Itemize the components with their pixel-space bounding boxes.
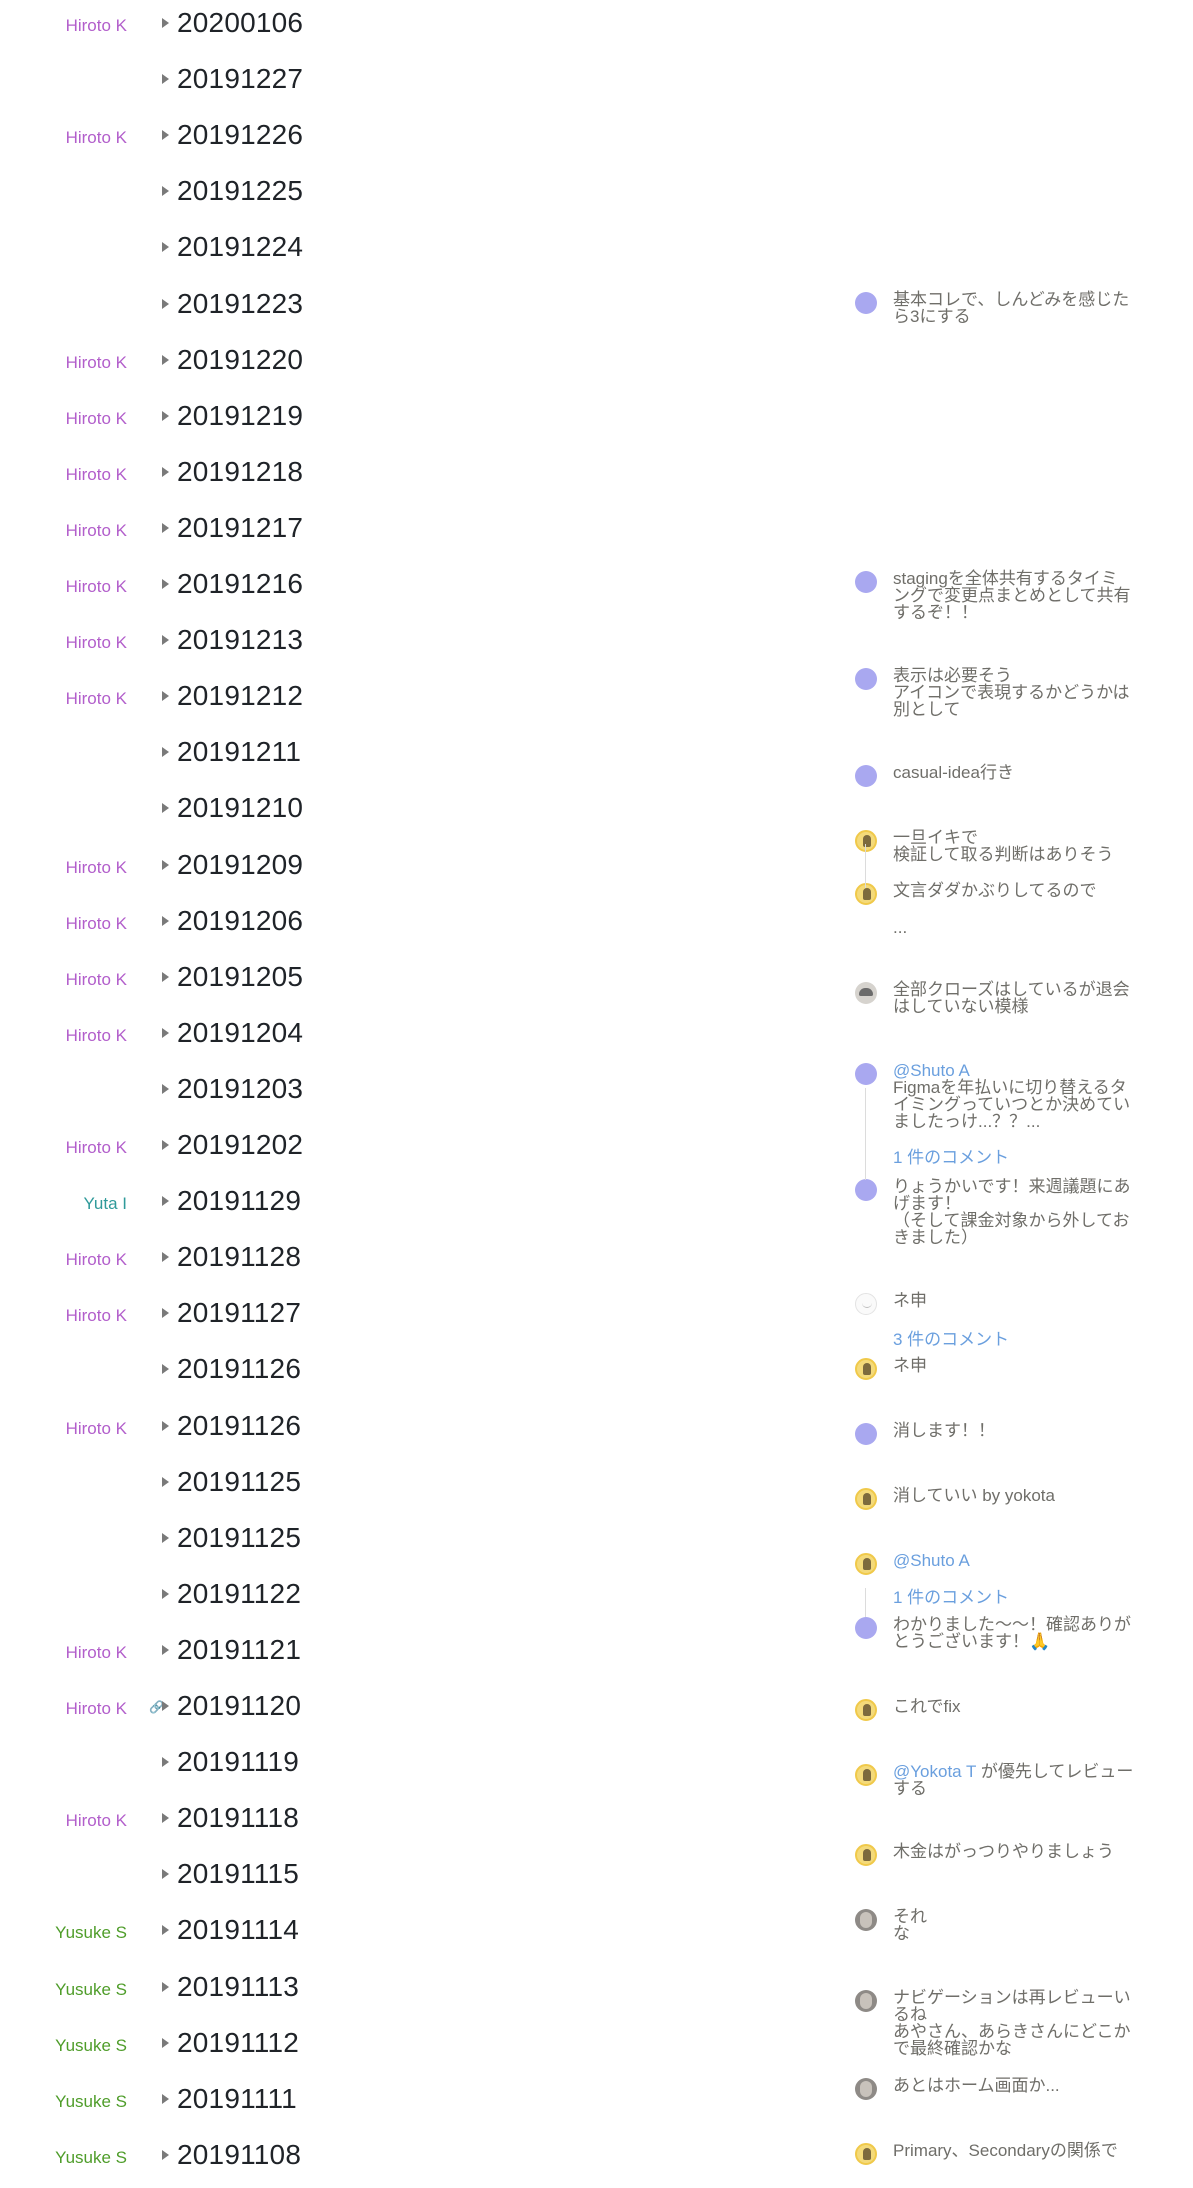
comment-text: ネ申 xyxy=(893,1356,927,1375)
comment-text: りょうかいです！来週議題にあ げます！ （そして課金対象から外してお きました） xyxy=(893,1177,1131,1247)
avatar-icon xyxy=(855,1764,877,1786)
comment[interactable]: りょうかいです！来週議題にあ げます！ （そして課金対象から外してお きました） xyxy=(855,1178,1185,1246)
comment-text: あとはホーム画面か... xyxy=(893,2076,1060,2095)
comment[interactable]: 一旦イキで 検証して取る判断はありそう xyxy=(855,828,1185,864)
comment[interactable]: それ な xyxy=(855,1907,1185,1943)
avatar-icon xyxy=(855,1488,877,1510)
comment[interactable]: @Yokota T が優先してレビュー する xyxy=(855,1763,1185,1797)
comment[interactable]: ナビゲーションは再レビューい るね あやさん、あらきさんにどこか で最終確認かな xyxy=(855,1989,1185,2057)
comments-panel: 基本コレで、しんどみを感じた ら3にする stagingを全体共有するタイミ ング… xyxy=(0,0,1193,2165)
comment-count[interactable]: 3 件のコメント xyxy=(893,1325,1009,1350)
avatar-icon xyxy=(855,982,877,1004)
comment-text: 消していい by yokota xyxy=(893,1486,1055,1505)
comment-text: @Shuto A xyxy=(893,1552,1155,1569)
comment-text: 一旦イキで 検証して取る判断はありそう xyxy=(893,828,1114,864)
comment[interactable]: あとはホーム画面か... xyxy=(855,2076,1185,2108)
comment-text: これでfix xyxy=(893,1697,961,1716)
comment-count-link[interactable]: 1 件のコメント xyxy=(855,1143,1185,1173)
avatar-icon xyxy=(855,292,877,314)
comment[interactable]: これでfix xyxy=(855,1697,1185,1729)
comment[interactable]: @Shuto A Figmaを年払いに切り替えるタ イミングっていつとか決めてい… xyxy=(855,1062,1185,1130)
comment-count[interactable]: 1 件のコメント xyxy=(893,1583,1009,1608)
comment-text: わかりました〜〜！確認ありが とうございます！🙏 xyxy=(893,1615,1131,1651)
comment[interactable]: 木金はがっつりやりましょう xyxy=(855,1842,1185,1874)
comment-text: 文言ダダかぶりしてるので xyxy=(893,881,1097,900)
comment-count-link[interactable]: 1 件のコメント xyxy=(855,1583,1185,1613)
comment-text: 全部クローズはしているが退会 はしていない模様 xyxy=(893,980,1130,1016)
avatar-icon xyxy=(855,2143,877,2165)
thread-line xyxy=(865,1088,866,1180)
comment[interactable]: casual-idea行き xyxy=(855,763,1185,795)
avatar-icon xyxy=(855,1358,877,1380)
thread-line xyxy=(865,1588,866,1617)
comment[interactable]: ... xyxy=(855,918,1185,950)
avatar-icon xyxy=(855,1909,877,1931)
avatar-icon xyxy=(855,1423,877,1445)
avatar-icon xyxy=(855,830,877,852)
comment-count-link[interactable]: 3 件のコメント xyxy=(855,1325,1185,1355)
comment[interactable]: 全部クローズはしているが退会 はしていない模様 xyxy=(855,980,1185,1016)
comment-text: 木金はがっつりやりましょう xyxy=(893,1842,1114,1861)
avatar-icon xyxy=(855,571,877,593)
comment-body: Figmaを年払いに切り替えるタ イミングっていつとか決めてい ましたっけ...… xyxy=(893,1078,1131,1131)
comment-text: ... xyxy=(893,918,908,937)
comment-text: 消します！！ xyxy=(893,1421,995,1440)
comment[interactable]: ネ申 xyxy=(855,1356,1185,1388)
avatar-icon xyxy=(855,668,877,690)
avatar-icon xyxy=(855,1063,877,1085)
comment[interactable]: @Shuto A xyxy=(855,1552,1185,1583)
comment-text: 基本コレで、しんどみを感じた ら3にする xyxy=(893,290,1130,326)
avatar-icon xyxy=(855,1179,877,1201)
comment-text: ネ申 xyxy=(893,1291,927,1310)
comment[interactable]: 消します！！ xyxy=(855,1421,1185,1453)
comment[interactable]: Primary、Secondaryの関係で xyxy=(855,2141,1185,2173)
thread-line xyxy=(865,844,866,888)
comment-text: @Shuto A Figmaを年払いに切り替えるタ イミングっていつとか決めてい… xyxy=(893,1062,1155,1130)
comment-text: それ な xyxy=(893,1907,927,1943)
comment-text: casual-idea行き xyxy=(893,763,1014,782)
avatar-icon xyxy=(855,883,877,905)
comment[interactable]: 基本コレで、しんどみを感じた ら3にする xyxy=(855,290,1185,326)
avatar-icon xyxy=(855,765,877,787)
comment-text: Primary、Secondaryの関係で xyxy=(893,2141,1118,2160)
comment-text: ナビゲーションは再レビューい るね あやさん、あらきさんにどこか で最終確認かな xyxy=(893,1988,1131,2058)
comment-count[interactable]: 1 件のコメント xyxy=(893,1143,1009,1168)
comment[interactable]: 表示は必要そう アイコンで表現するかどうかは 別として xyxy=(855,667,1185,718)
avatar-icon xyxy=(855,1553,877,1575)
comment[interactable]: 文言ダダかぶりしてるので xyxy=(855,881,1185,913)
comment-text: stagingを全体共有するタイミ ングで変更点まとめとして共有 するぞ！！ xyxy=(893,569,1131,622)
avatar-icon xyxy=(855,1990,877,2012)
avatar-icon xyxy=(855,1844,877,1866)
avatar-icon xyxy=(855,2078,877,2100)
avatar-icon xyxy=(855,1699,877,1721)
comment[interactable]: わかりました〜〜！確認ありが とうございます！🙏 xyxy=(855,1615,1185,1651)
avatar-icon xyxy=(855,1617,877,1639)
mention-link[interactable]: @Shuto A xyxy=(893,1551,970,1570)
comment-text: 表示は必要そう アイコンで表現するかどうかは 別として xyxy=(893,666,1130,719)
comment[interactable]: ネ申 xyxy=(855,1291,1185,1323)
comment-text: @Yokota T が優先してレビュー する xyxy=(893,1763,1155,1797)
comment[interactable]: stagingを全体共有するタイミ ングで変更点まとめとして共有 するぞ！！ xyxy=(855,570,1185,621)
avatar-icon xyxy=(855,1293,877,1315)
comment[interactable]: 消していい by yokota xyxy=(855,1486,1185,1518)
